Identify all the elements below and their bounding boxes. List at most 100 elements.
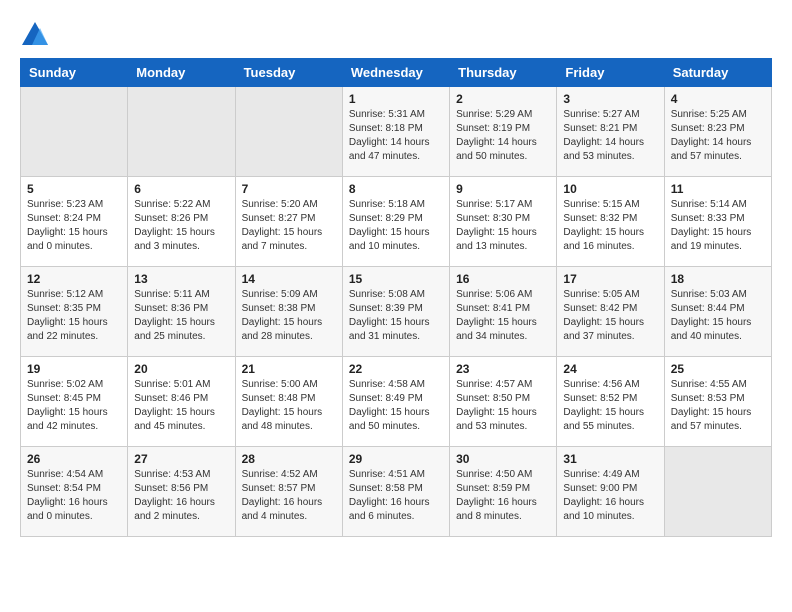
day-info: Sunrise: 5:01 AMSunset: 8:46 PMDaylight:… (134, 378, 228, 434)
day-cell: 6 Sunrise: 5:22 AMSunset: 8:26 PMDaylight… (128, 177, 235, 267)
day-cell: 2 Sunrise: 5:29 AMSunset: 8:19 PMDaylight… (450, 87, 557, 177)
day-info: Sunrise: 4:50 AMSunset: 8:59 PMDaylight:… (456, 468, 550, 524)
day-number: 3 (563, 92, 657, 106)
day-number: 21 (242, 362, 336, 376)
day-info: Sunrise: 4:51 AMSunset: 8:58 PMDaylight:… (349, 468, 443, 524)
day-number: 27 (134, 452, 228, 466)
week-row-5: 26Sunrise: 4:54 AMSunset: 8:54 PMDayligh… (21, 447, 772, 537)
day-info: Sunrise: 5:17 AMSunset: 8:30 PMDaylight:… (456, 198, 550, 254)
header-cell-monday: Monday (128, 59, 235, 87)
day-info: Sunrise: 5:18 AMSunset: 8:29 PMDaylight:… (349, 198, 443, 254)
day-info: Sunrise: 5:02 AMSunset: 8:45 PMDaylight:… (27, 378, 121, 434)
header-cell-friday: Friday (557, 59, 664, 87)
day-cell: 23 Sunrise: 4:57 AMSunset: 8:50 PMDayligh… (450, 357, 557, 447)
day-cell: 29 Sunrise: 4:51 AMSunset: 8:58 PMDayligh… (342, 447, 449, 537)
day-cell: 26Sunrise: 4:54 AMSunset: 8:54 PMDayligh… (21, 447, 128, 537)
day-number: 6 (134, 182, 228, 196)
day-number: 8 (349, 182, 443, 196)
week-row-1: 1 Sunrise: 5:31 AMSunset: 8:18 PMDaylight… (21, 87, 772, 177)
day-cell: 8 Sunrise: 5:18 AMSunset: 8:29 PMDaylight… (342, 177, 449, 267)
day-info: Sunrise: 4:58 AMSunset: 8:49 PMDaylight:… (349, 378, 443, 434)
day-info: Sunrise: 4:53 AMSunset: 8:56 PMDaylight:… (134, 468, 228, 524)
calendar-table: SundayMondayTuesdayWednesdayThursdayFrid… (20, 58, 772, 537)
header-cell-sunday: Sunday (21, 59, 128, 87)
day-number: 7 (242, 182, 336, 196)
day-number: 11 (671, 182, 765, 196)
day-info: Sunrise: 5:09 AMSunset: 8:38 PMDaylight:… (242, 288, 336, 344)
day-number: 10 (563, 182, 657, 196)
day-number: 23 (456, 362, 550, 376)
day-cell: 27 Sunrise: 4:53 AMSunset: 8:56 PMDayligh… (128, 447, 235, 537)
header-cell-tuesday: Tuesday (235, 59, 342, 87)
day-cell: 3 Sunrise: 5:27 AMSunset: 8:21 PMDaylight… (557, 87, 664, 177)
day-number: 19 (27, 362, 121, 376)
week-row-3: 12 Sunrise: 5:12 AMSunset: 8:35 PMDayligh… (21, 267, 772, 357)
day-cell: 12 Sunrise: 5:12 AMSunset: 8:35 PMDayligh… (21, 267, 128, 357)
day-number: 17 (563, 272, 657, 286)
day-cell: 24 Sunrise: 4:56 AMSunset: 8:52 PMDayligh… (557, 357, 664, 447)
week-row-4: 19 Sunrise: 5:02 AMSunset: 8:45 PMDayligh… (21, 357, 772, 447)
day-info: Sunrise: 5:08 AMSunset: 8:39 PMDaylight:… (349, 288, 443, 344)
day-cell (235, 87, 342, 177)
day-info: Sunrise: 5:20 AMSunset: 8:27 PMDaylight:… (242, 198, 336, 254)
page-header (20, 20, 772, 50)
day-cell: 18 Sunrise: 5:03 AMSunset: 8:44 PMDayligh… (664, 267, 771, 357)
day-cell: 28 Sunrise: 4:52 AMSunset: 8:57 PMDayligh… (235, 447, 342, 537)
day-number: 2 (456, 92, 550, 106)
day-info: Sunrise: 5:05 AMSunset: 8:42 PMDaylight:… (563, 288, 657, 344)
header-cell-wednesday: Wednesday (342, 59, 449, 87)
day-info: Sunrise: 5:22 AMSunset: 8:26 PMDaylight:… (134, 198, 228, 254)
day-info: Sunrise: 4:56 AMSunset: 8:52 PMDaylight:… (563, 378, 657, 434)
day-cell: 20 Sunrise: 5:01 AMSunset: 8:46 PMDayligh… (128, 357, 235, 447)
day-number: 14 (242, 272, 336, 286)
day-number: 18 (671, 272, 765, 286)
day-number: 5 (27, 182, 121, 196)
day-number: 20 (134, 362, 228, 376)
day-cell: 9 Sunrise: 5:17 AMSunset: 8:30 PMDaylight… (450, 177, 557, 267)
day-cell: 14 Sunrise: 5:09 AMSunset: 8:38 PMDayligh… (235, 267, 342, 357)
day-cell: 31Sunrise: 4:49 AMSunset: 9:00 PMDayligh… (557, 447, 664, 537)
day-info: Sunrise: 5:25 AMSunset: 8:23 PMDaylight:… (671, 108, 765, 164)
day-info: Sunrise: 5:12 AMSunset: 8:35 PMDaylight:… (27, 288, 121, 344)
day-info: Sunrise: 5:11 AMSunset: 8:36 PMDaylight:… (134, 288, 228, 344)
day-cell (128, 87, 235, 177)
header-cell-thursday: Thursday (450, 59, 557, 87)
day-number: 28 (242, 452, 336, 466)
day-cell: 7 Sunrise: 5:20 AMSunset: 8:27 PMDaylight… (235, 177, 342, 267)
day-cell: 15 Sunrise: 5:08 AMSunset: 8:39 PMDayligh… (342, 267, 449, 357)
day-info: Sunrise: 5:03 AMSunset: 8:44 PMDaylight:… (671, 288, 765, 344)
day-number: 13 (134, 272, 228, 286)
day-info: Sunrise: 4:57 AMSunset: 8:50 PMDaylight:… (456, 378, 550, 434)
day-number: 24 (563, 362, 657, 376)
day-info: Sunrise: 5:31 AMSunset: 8:18 PMDaylight:… (349, 108, 443, 164)
day-cell: 16 Sunrise: 5:06 AMSunset: 8:41 PMDayligh… (450, 267, 557, 357)
day-cell: 19 Sunrise: 5:02 AMSunset: 8:45 PMDayligh… (21, 357, 128, 447)
day-number: 31 (563, 452, 657, 466)
day-cell: 17 Sunrise: 5:05 AMSunset: 8:42 PMDayligh… (557, 267, 664, 357)
day-info: Sunrise: 5:14 AMSunset: 8:33 PMDaylight:… (671, 198, 765, 254)
day-info: Sunrise: 5:00 AMSunset: 8:48 PMDaylight:… (242, 378, 336, 434)
day-info: Sunrise: 5:29 AMSunset: 8:19 PMDaylight:… (456, 108, 550, 164)
day-cell: 25Sunrise: 4:55 AMSunset: 8:53 PMDayligh… (664, 357, 771, 447)
day-cell: 13 Sunrise: 5:11 AMSunset: 8:36 PMDayligh… (128, 267, 235, 357)
day-info: Sunrise: 5:27 AMSunset: 8:21 PMDaylight:… (563, 108, 657, 164)
day-info: Sunrise: 5:15 AMSunset: 8:32 PMDaylight:… (563, 198, 657, 254)
day-number: 29 (349, 452, 443, 466)
day-info: Sunrise: 5:06 AMSunset: 8:41 PMDaylight:… (456, 288, 550, 344)
day-number: 16 (456, 272, 550, 286)
day-cell: 10 Sunrise: 5:15 AMSunset: 8:32 PMDayligh… (557, 177, 664, 267)
day-info: Sunrise: 4:55 AMSunset: 8:53 PMDaylight:… (671, 378, 765, 434)
day-cell: 30Sunrise: 4:50 AMSunset: 8:59 PMDayligh… (450, 447, 557, 537)
day-info: Sunrise: 4:52 AMSunset: 8:57 PMDaylight:… (242, 468, 336, 524)
day-cell: 11 Sunrise: 5:14 AMSunset: 8:33 PMDayligh… (664, 177, 771, 267)
week-row-2: 5Sunrise: 5:23 AMSunset: 8:24 PMDaylight… (21, 177, 772, 267)
day-number: 26 (27, 452, 121, 466)
day-cell: 1 Sunrise: 5:31 AMSunset: 8:18 PMDaylight… (342, 87, 449, 177)
logo (20, 20, 54, 50)
day-number: 12 (27, 272, 121, 286)
day-number: 1 (349, 92, 443, 106)
day-number: 15 (349, 272, 443, 286)
day-cell (21, 87, 128, 177)
day-number: 9 (456, 182, 550, 196)
logo-icon (20, 20, 50, 50)
